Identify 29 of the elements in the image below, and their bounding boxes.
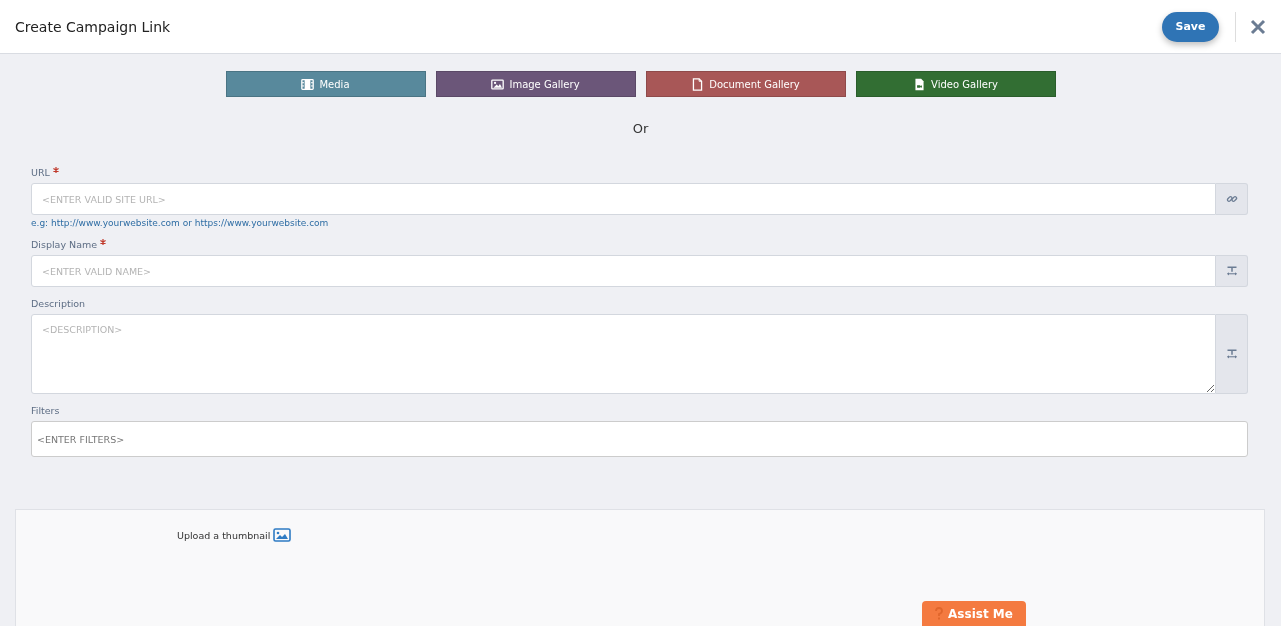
addon-button[interactable]	[1216, 183, 1248, 215]
description-field[interactable]: <DESCRIPTION>	[31, 314, 1216, 394]
field-label: Description	[31, 298, 86, 309]
or-separator: Or	[631, 121, 650, 138]
video-icon	[913, 77, 927, 91]
gallery-button[interactable]: Media	[225, 71, 426, 97]
link-icon	[1225, 193, 1238, 205]
gallery-button[interactable]: Video Gallery	[855, 71, 1056, 97]
document-icon	[691, 77, 705, 91]
gallery-button[interactable]: Image Gallery	[435, 71, 636, 97]
image-icon	[491, 77, 505, 91]
text-width-icon	[1225, 265, 1238, 277]
field-label: URL	[31, 167, 50, 178]
text-field[interactable]: <ENTER VALID SITE URL>	[31, 183, 1216, 215]
gallery-button[interactable]: Document Gallery	[645, 71, 846, 97]
dialog-title: Create Campaign Link	[15, 18, 172, 35]
save-button[interactable]: Save	[1162, 11, 1219, 42]
hint-text: e.g: http://www.yourwebsite.com or https://www.yourwebsite.com	[31, 218, 330, 228]
assist-button[interactable]: Assist Me	[922, 601, 1026, 626]
upload-label: Upload a thumbnail	[177, 529, 271, 541]
image-icon[interactable]	[273, 528, 292, 542]
text-width-icon	[1225, 348, 1238, 360]
filters-field[interactable]: <ENTER FILTERS>	[31, 421, 1248, 457]
text-field[interactable]: <ENTER VALID NAME>	[31, 255, 1216, 287]
addon-button[interactable]	[1216, 255, 1248, 287]
field-label: Display Name	[31, 239, 98, 250]
close-icon[interactable]	[1250, 18, 1266, 35]
field-label: Filters	[31, 405, 60, 416]
film-icon	[301, 77, 315, 91]
